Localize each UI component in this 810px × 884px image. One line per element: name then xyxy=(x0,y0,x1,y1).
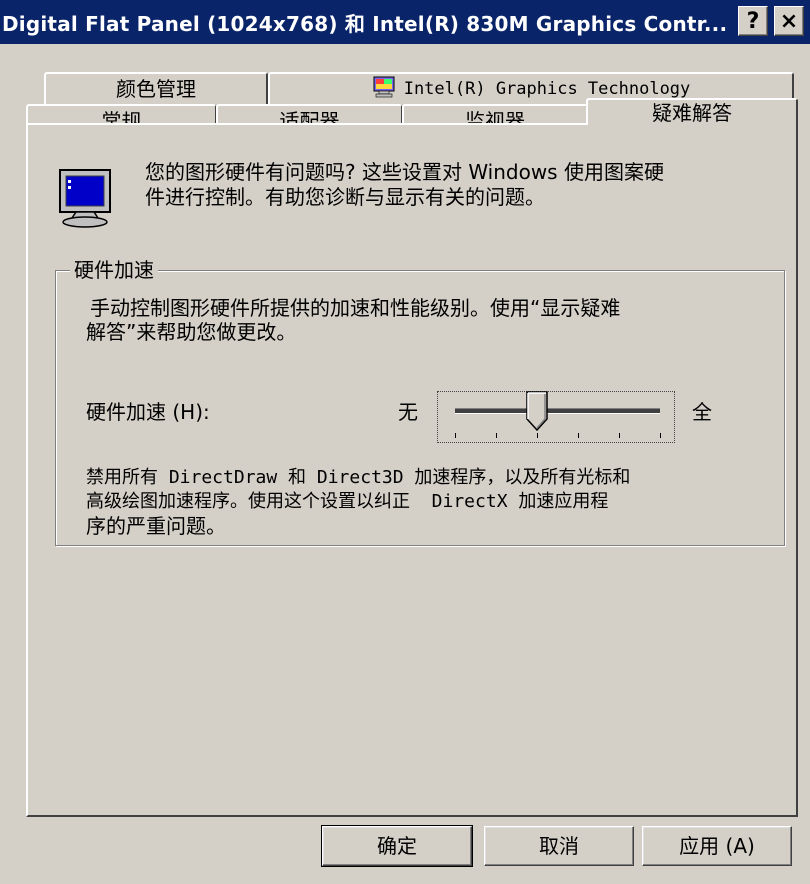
group-desc-line1: 手动控制图形硬件所提供的加速和性能级别。使用“显示疑难 xyxy=(90,296,621,320)
intro-text-line2: 件进行控制。有助您诊断与显示有关的问题。 xyxy=(145,185,545,209)
window-title: Digital Flat Panel (1024x768) 和 Intel(R)… xyxy=(2,12,728,36)
slider-min-label: 无 xyxy=(398,400,418,424)
tab-label: 疑难解答 xyxy=(652,101,732,125)
title-bar: Digital Flat Panel (1024x768) 和 Intel(R)… xyxy=(0,0,810,44)
acceleration-slider[interactable] xyxy=(437,391,675,443)
tab-label: Intel(R) Graphics Technology xyxy=(403,79,691,99)
group-label: 硬件加速 xyxy=(70,258,158,282)
tab-troubleshoot[interactable]: 疑难解答 xyxy=(586,98,798,125)
cancel-button[interactable]: 取消 xyxy=(484,826,634,866)
apply-button[interactable]: 应用 (A) xyxy=(642,826,792,866)
tab-label: 颜色管理 xyxy=(116,77,196,101)
slider-tick xyxy=(578,433,579,438)
help-button[interactable]: ? xyxy=(738,6,768,36)
slider-tick xyxy=(660,433,661,438)
intel-graphics-icon xyxy=(373,76,395,98)
ok-button[interactable]: 确定 xyxy=(321,825,473,867)
group-note-line2: 高级绘图加速程序。使用这个设置以纠正 DirectX 加速应用程 xyxy=(86,491,609,512)
close-button[interactable]: × xyxy=(774,6,804,36)
slider-tick xyxy=(537,433,538,438)
slider-track xyxy=(455,408,660,414)
slider-tick xyxy=(496,433,497,438)
monitor-icon xyxy=(59,169,111,228)
group-desc-line2: 解答”来帮助您做更改。 xyxy=(86,320,297,344)
group-note-line3: 序的严重问题。 xyxy=(86,514,226,538)
group-note-line1: 禁用所有 DirectDraw 和 Direct3D 加速程序，以及所有光标和 xyxy=(86,467,631,488)
intro-text-line1: 您的图形硬件有问题吗? 这些设置对 Windows 使用图案硬 xyxy=(145,160,664,184)
slider-max-label: 全 xyxy=(692,400,712,424)
slider-label: 硬件加速 (H): xyxy=(86,400,210,424)
slider-thumb[interactable] xyxy=(526,391,548,431)
slider-tick xyxy=(619,433,620,438)
slider-tick xyxy=(455,433,456,438)
tab-color-management[interactable]: 颜色管理 xyxy=(44,72,268,106)
